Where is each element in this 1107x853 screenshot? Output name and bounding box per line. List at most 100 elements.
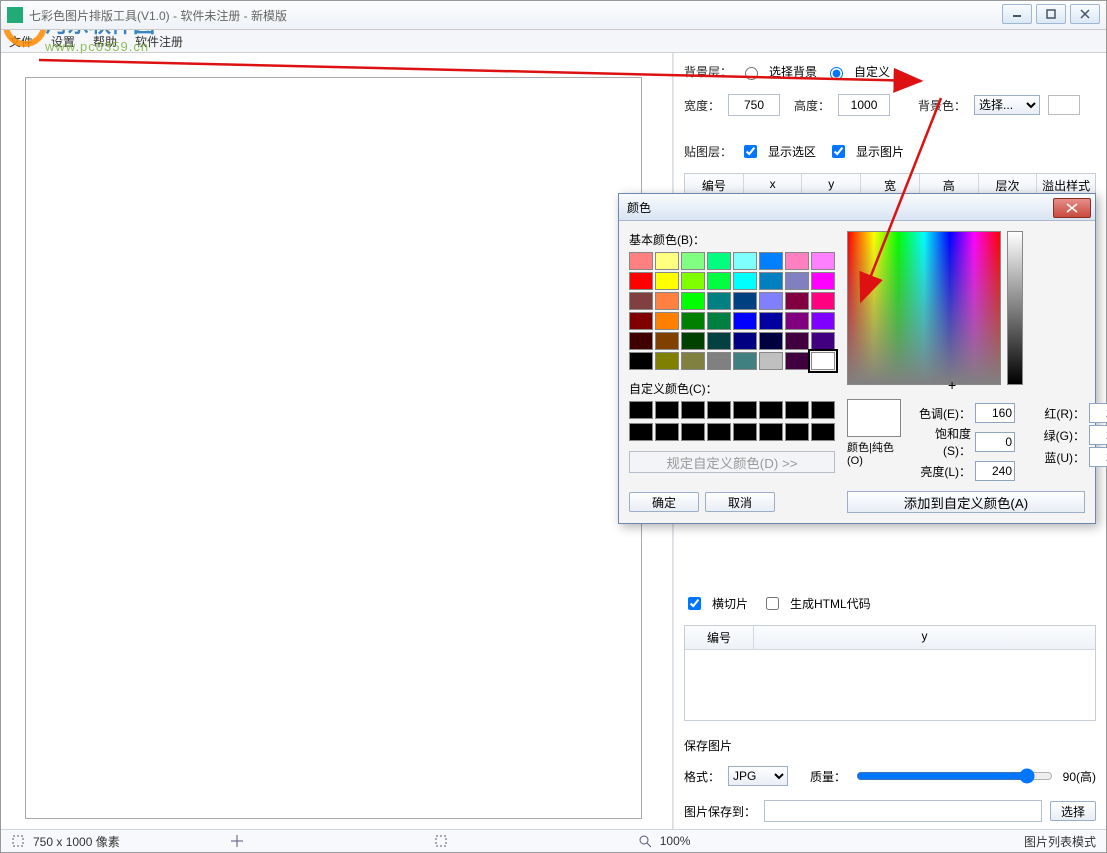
lum-input[interactable] [975, 461, 1015, 481]
browse-button[interactable]: 选择 [1050, 801, 1096, 821]
menu-settings[interactable]: 设置 [51, 33, 75, 50]
h-slice-check[interactable] [688, 597, 701, 610]
basic-color-swatch[interactable] [629, 292, 653, 310]
menu-help[interactable]: 帮助 [93, 33, 117, 50]
maximize-button[interactable] [1036, 4, 1066, 24]
gen-html-check[interactable] [766, 597, 779, 610]
basic-color-swatch[interactable] [655, 312, 679, 330]
basic-color-swatch[interactable] [707, 252, 731, 270]
basic-color-swatch[interactable] [655, 292, 679, 310]
status-zoom: 100% [660, 834, 691, 848]
hue-input[interactable] [975, 403, 1015, 423]
cancel-button[interactable]: 取消 [705, 492, 775, 512]
basic-color-swatch[interactable] [811, 352, 835, 370]
slice-grid[interactable]: 编号 y [684, 625, 1096, 721]
select-bg-radio[interactable] [745, 67, 758, 80]
basic-color-swatch[interactable] [629, 312, 653, 330]
basic-color-swatch[interactable] [707, 312, 731, 330]
basic-color-swatch[interactable] [733, 272, 757, 290]
ok-button[interactable]: 确定 [629, 492, 699, 512]
color-dialog-close[interactable] [1053, 198, 1091, 218]
menu-file[interactable]: 文件 [9, 33, 33, 50]
basic-color-swatch[interactable] [785, 352, 809, 370]
menu-register[interactable]: 软件注册 [135, 33, 183, 50]
close-button[interactable] [1070, 4, 1100, 24]
green-label: 绿(G)： [1025, 427, 1085, 444]
save-section-label: 保存图片 [684, 737, 1096, 754]
color-dialog: 颜色 基本颜色(B)： 自定义颜色(C)： 规定自定义颜色(D) >> [618, 193, 1096, 524]
add-custom-button[interactable]: 添加到自定义颜色(A) [847, 491, 1085, 513]
basic-color-swatch[interactable] [681, 292, 705, 310]
basic-color-swatch[interactable] [655, 272, 679, 290]
basic-color-swatches [629, 252, 835, 370]
basic-color-swatch[interactable] [811, 272, 835, 290]
basic-color-swatch[interactable] [759, 332, 783, 350]
basic-color-swatch[interactable] [785, 252, 809, 270]
basic-color-swatch[interactable] [681, 312, 705, 330]
color-preview [847, 399, 901, 437]
blue-input[interactable] [1089, 447, 1107, 467]
basic-color-swatch[interactable] [681, 352, 705, 370]
basic-color-swatch[interactable] [707, 272, 731, 290]
basic-color-swatch[interactable] [759, 272, 783, 290]
save-to-label: 图片保存到： [684, 803, 756, 820]
red-label: 红(R)： [1025, 405, 1085, 422]
save-path-input[interactable] [764, 800, 1042, 822]
custom-swatch[interactable] [629, 401, 653, 419]
basic-color-swatch[interactable] [655, 352, 679, 370]
blue-label: 蓝(U)： [1025, 449, 1085, 466]
minimize-button[interactable] [1002, 4, 1032, 24]
basic-color-swatch[interactable] [629, 332, 653, 350]
canvas[interactable] [25, 77, 642, 819]
basic-color-swatch[interactable] [759, 312, 783, 330]
luminance-bar[interactable] [1007, 231, 1023, 385]
basic-color-swatch[interactable] [681, 332, 705, 350]
basic-color-swatch[interactable] [733, 352, 757, 370]
basic-color-swatch[interactable] [811, 312, 835, 330]
status-dimensions: 750 x 1000 像素 [33, 833, 120, 850]
basic-color-swatch[interactable] [629, 272, 653, 290]
quality-value: 90(高) [1063, 768, 1096, 785]
basic-color-swatch[interactable] [811, 332, 835, 350]
custom-radio[interactable] [830, 67, 843, 80]
basic-color-swatch[interactable] [733, 292, 757, 310]
selection-icon [434, 834, 448, 848]
basic-color-swatch[interactable] [629, 352, 653, 370]
basic-color-swatch[interactable] [681, 272, 705, 290]
h-slice-label: 横切片 [712, 595, 748, 612]
red-input[interactable] [1089, 403, 1107, 423]
gh2-y: y [754, 626, 1095, 649]
app-icon [7, 7, 23, 23]
format-select[interactable]: JPG [728, 766, 788, 786]
basic-color-swatch[interactable] [733, 252, 757, 270]
basic-color-swatch[interactable] [707, 332, 731, 350]
bgcolor-select[interactable]: 选择... [974, 95, 1040, 115]
basic-color-swatch[interactable] [707, 352, 731, 370]
basic-color-swatch[interactable] [785, 332, 809, 350]
show-image-check[interactable] [832, 145, 845, 158]
basic-color-swatch[interactable] [785, 292, 809, 310]
green-input[interactable] [1089, 425, 1107, 445]
basic-color-swatch[interactable] [759, 252, 783, 270]
basic-color-swatch[interactable] [785, 312, 809, 330]
show-selection-check[interactable] [744, 145, 757, 158]
canvas-area [1, 53, 673, 832]
basic-color-swatch[interactable] [707, 292, 731, 310]
basic-color-swatch[interactable] [811, 252, 835, 270]
color-field[interactable]: + [847, 231, 1001, 385]
basic-color-swatch[interactable] [733, 312, 757, 330]
basic-color-swatch[interactable] [811, 292, 835, 310]
basic-color-swatch[interactable] [759, 352, 783, 370]
basic-color-swatch[interactable] [733, 332, 757, 350]
sat-input[interactable] [975, 432, 1015, 452]
basic-color-swatch[interactable] [785, 272, 809, 290]
width-input[interactable] [728, 94, 780, 116]
height-input[interactable] [838, 94, 890, 116]
basic-color-swatch[interactable] [655, 332, 679, 350]
basic-color-swatch[interactable] [655, 252, 679, 270]
basic-color-swatch[interactable] [629, 252, 653, 270]
quality-slider[interactable] [856, 768, 1053, 784]
basic-color-swatch[interactable] [681, 252, 705, 270]
basic-color-swatch[interactable] [759, 292, 783, 310]
hue-label: 色调(E)： [911, 405, 971, 422]
